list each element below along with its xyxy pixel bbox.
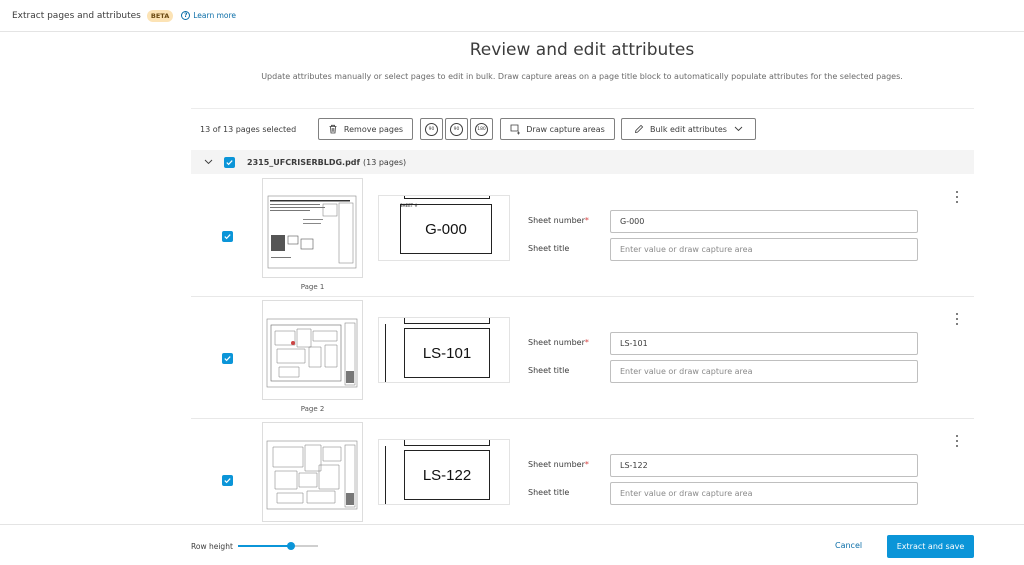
capture-area-preview: LS-101: [378, 317, 510, 383]
sheet-number-label: Sheet number*: [528, 460, 589, 469]
collapse-chevron-icon[interactable]: [203, 157, 213, 167]
sheet-number-label-text: Sheet number: [528, 216, 585, 225]
sheet-title-input[interactable]: Enter value or draw capture area: [610, 238, 918, 261]
row-height-slider-fill: [238, 545, 291, 547]
top-bar: Extract pages and attributes BETA ? Lear…: [0, 0, 1024, 32]
footer-bar: Row height Cancel Extract and save: [0, 524, 1024, 565]
app-title: Extract pages and attributes: [12, 10, 141, 21]
sheet-number-label: Sheet number*: [528, 338, 589, 347]
required-mark: *: [584, 460, 589, 469]
file-group-row[interactable]: 2315_UFCRISERBLDG.pdf (13 pages): [191, 150, 974, 174]
draw-capture-areas-button[interactable]: Draw capture areas: [500, 118, 615, 140]
rotate-90-cw-button[interactable]: 90: [420, 118, 443, 140]
page-title: Review and edit attributes: [469, 40, 695, 60]
sheet-number-label-text: Sheet number: [528, 338, 585, 347]
selection-count: 13 of 13 pages selected: [200, 124, 297, 134]
rotate-180-icon: 180: [475, 122, 488, 136]
page-checkbox[interactable]: [222, 353, 233, 364]
sheet-title-label: Sheet title: [528, 244, 570, 253]
crop-sheet-number: LS-101: [404, 328, 490, 378]
more-options-icon[interactable]: [955, 313, 959, 325]
page-thumbnail[interactable]: [262, 422, 363, 522]
beta-badge: BETA: [146, 9, 174, 22]
remove-pages-label: Remove pages: [343, 124, 404, 134]
page-thumbnail[interactable]: [262, 300, 363, 400]
page-checkbox[interactable]: [222, 231, 233, 242]
rotate-180-button[interactable]: 180: [470, 118, 493, 140]
file-checkbox[interactable]: [224, 156, 235, 168]
page-row: Page 1 SHEET # G-000 Sheet number* G-000…: [191, 175, 974, 297]
sheet-title-input[interactable]: Enter value or draw capture area: [610, 482, 918, 505]
crop-sheet-number: LS-122: [404, 450, 490, 500]
page-label: Page 1: [300, 283, 325, 291]
page-row: LS-122 Sheet number* LS-122 Sheet title …: [191, 419, 974, 541]
capture-area-preview: SHEET # G-000: [378, 195, 510, 261]
learn-more-link[interactable]: ? Learn more: [181, 11, 236, 20]
row-height-slider[interactable]: [238, 542, 318, 550]
pencil-icon: [634, 124, 644, 134]
rotate-cw-icon: 90: [425, 122, 438, 136]
divider: [191, 108, 974, 109]
page-checkbox[interactable]: [222, 475, 233, 486]
rotate-group: 90 90 180: [420, 118, 493, 140]
draw-capture-label: Draw capture areas: [526, 124, 605, 134]
more-options-icon[interactable]: [955, 191, 959, 203]
required-mark: *: [584, 338, 589, 347]
sheet-number-input[interactable]: G-000: [610, 210, 918, 233]
help-icon: ?: [181, 11, 191, 20]
sheet-number-label: Sheet number*: [528, 216, 589, 225]
capture-area-preview: LS-122: [378, 439, 510, 505]
page-row: Page 2 LS-101 Sheet number* LS-101 Sheet…: [191, 297, 974, 419]
crop-sheet-number: G-000: [400, 204, 492, 254]
chevron-down-icon: [734, 126, 743, 132]
bulk-edit-label: Bulk edit attributes: [650, 124, 727, 134]
required-mark: *: [584, 216, 589, 225]
remove-pages-button[interactable]: Remove pages: [318, 118, 413, 140]
page-label: Page 2: [300, 405, 325, 413]
rotate-ccw-icon: 90: [450, 122, 463, 136]
extract-and-save-button[interactable]: Extract and save: [887, 535, 974, 558]
sheet-number-label-text: Sheet number: [528, 460, 585, 469]
bulk-edit-attributes-button[interactable]: Bulk edit attributes: [621, 118, 756, 140]
more-options-icon[interactable]: [955, 435, 959, 447]
sheet-title-input[interactable]: Enter value or draw capture area: [610, 360, 918, 383]
capture-area-icon: [510, 124, 521, 135]
sheet-number-input[interactable]: LS-101: [610, 332, 918, 355]
page-thumbnail[interactable]: [262, 178, 363, 278]
row-height-label: Row height: [191, 542, 233, 551]
page-subtitle: Update attributes manually or select pag…: [261, 72, 903, 81]
cancel-button[interactable]: Cancel: [835, 541, 862, 550]
row-height-slider-thumb[interactable]: [286, 542, 295, 550]
sheet-title-label: Sheet title: [528, 366, 570, 375]
learn-more-label: Learn more: [193, 11, 237, 20]
sheet-title-label: Sheet title: [528, 488, 570, 497]
trash-icon: [328, 124, 338, 134]
file-page-count: (13 pages): [363, 157, 407, 167]
toolbar: 13 of 13 pages selected Remove pages 90 …: [191, 118, 974, 140]
rotate-90-ccw-button[interactable]: 90: [445, 118, 468, 140]
file-name: 2315_UFCRISERBLDG.pdf: [247, 157, 360, 167]
sheet-number-input[interactable]: LS-122: [610, 454, 918, 477]
